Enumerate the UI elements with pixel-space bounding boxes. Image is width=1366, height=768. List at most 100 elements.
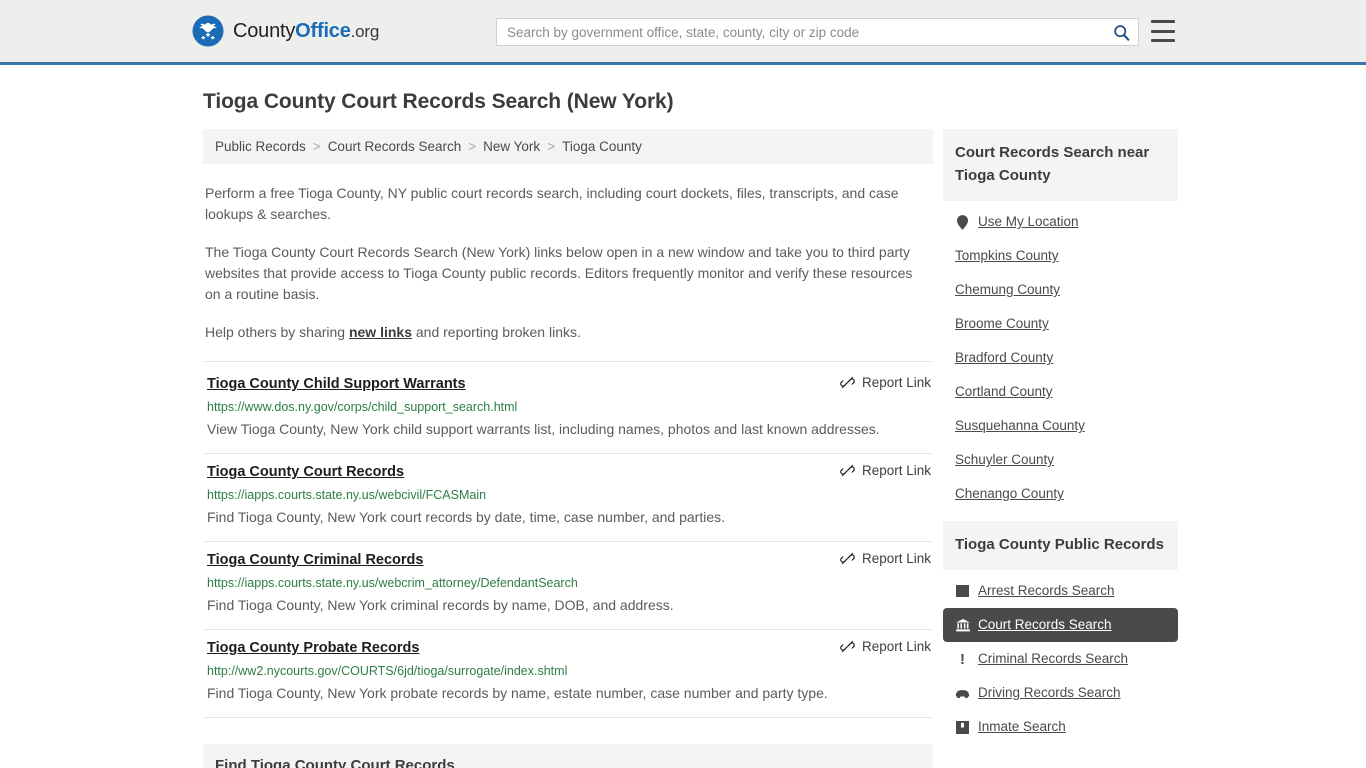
map-pin-icon xyxy=(955,214,970,230)
report-link-label: Report Link xyxy=(861,551,931,566)
sidebar-item-court-records-search[interactable]: Court Records Search xyxy=(943,608,1178,642)
breadcrumb-separator: > xyxy=(547,139,556,154)
breadcrumb-item-court-records-search[interactable]: Court Records Search xyxy=(328,139,462,154)
public-records-list: Arrest Records Search Court Records Sear… xyxy=(943,570,1178,744)
page-title: Tioga County Court Records Search (New Y… xyxy=(203,90,674,113)
nearby-counties-card: Court Records Search near Tioga County U… xyxy=(943,129,1178,511)
brand-part-county: County xyxy=(233,19,296,42)
content-columns: Public Records > Court Records Search > … xyxy=(0,129,1366,768)
result-description: Find Tioga County, New York court record… xyxy=(207,509,726,525)
sidebar-item-label: Inmate Search xyxy=(978,719,1066,734)
result-item: Tioga County Court Records Report Link h… xyxy=(203,454,933,542)
intro-p3-before: Help others by sharing xyxy=(205,324,349,340)
breadcrumb-item-public-records[interactable]: Public Records xyxy=(215,139,306,154)
result-url: http://ww2.nycourts.gov/COURTS/6jd/tioga… xyxy=(207,664,568,678)
broken-link-icon xyxy=(840,552,855,565)
result-header: Tioga County Criminal Records Report Lin… xyxy=(205,550,931,570)
brand-part-office: Office xyxy=(295,19,351,42)
public-records-card: Tioga County Public Records Arrest Recor… xyxy=(943,521,1178,744)
result-url: https://iapps.courts.state.ny.us/webcivi… xyxy=(207,488,487,502)
result-item: Tioga County Probate Records Report Link… xyxy=(203,630,933,718)
sidebar-item-label: Chenango County xyxy=(955,486,1064,501)
search-bar xyxy=(496,18,1139,46)
report-link-label: Report Link xyxy=(861,375,931,390)
report-link-button[interactable]: Report Link xyxy=(840,375,931,390)
sidebar-item-label: Cortland County xyxy=(955,384,1053,399)
sidebar-item-chenango-county[interactable]: Chenango County xyxy=(943,477,1178,511)
sidebar-item-label: Arrest Records Search xyxy=(978,583,1115,598)
result-title-link[interactable]: Tioga County Criminal Records xyxy=(205,550,423,570)
result-title-link[interactable]: Tioga County Child Support Warrants xyxy=(205,374,466,394)
sidebar-item-label: Court Records Search xyxy=(978,617,1112,632)
hamburger-bar-1 xyxy=(1151,20,1175,23)
hamburger-bar-2 xyxy=(1151,29,1175,33)
intro-paragraph-2: The Tioga County Court Records Search (N… xyxy=(205,244,913,302)
result-url: https://www.dos.ny.gov/corps/child_suppo… xyxy=(207,400,518,414)
intro-paragraph-3: Help others by sharing new links and rep… xyxy=(203,322,933,343)
sidebar-item-label: Bradford County xyxy=(955,350,1054,365)
menu-button[interactable] xyxy=(1151,20,1175,42)
new-links-link[interactable]: new links xyxy=(349,324,412,340)
sidebar-item-bradford-county[interactable]: Bradford County xyxy=(943,341,1178,375)
nearby-counties-title: Court Records Search near Tioga County xyxy=(943,129,1178,201)
sidebar-item-label: Use My Location xyxy=(978,214,1079,229)
hamburger-bar-3 xyxy=(1151,39,1175,42)
sidebar-item-cortland-county[interactable]: Cortland County xyxy=(943,375,1178,409)
result-title-link[interactable]: Tioga County Court Records xyxy=(205,462,404,482)
sidebar-item-use-my-location[interactable]: Use My Location xyxy=(943,205,1178,239)
report-link-button[interactable]: Report Link xyxy=(840,639,931,654)
site-header: CountyOffice.org xyxy=(0,0,1366,65)
result-description: Find Tioga County, New York probate reco… xyxy=(207,685,828,701)
breadcrumb-item-new-york[interactable]: New York xyxy=(483,139,540,154)
jail-icon xyxy=(955,720,970,735)
report-link-button[interactable]: Report Link xyxy=(840,463,931,478)
sidebar-item-susquehanna-county[interactable]: Susquehanna County xyxy=(943,409,1178,443)
result-description: View Tioga County, New York child suppor… xyxy=(207,421,880,437)
breadcrumb-separator: > xyxy=(468,139,477,154)
public-records-title: Tioga County Public Records xyxy=(943,521,1178,570)
sidebar-item-label: Criminal Records Search xyxy=(978,651,1129,666)
report-link-button[interactable]: Report Link xyxy=(840,551,931,566)
search-icon xyxy=(1113,24,1129,41)
sidebar-item-inmate-search[interactable]: Inmate Search xyxy=(943,710,1178,744)
courthouse-icon xyxy=(955,618,970,633)
result-description: Find Tioga County, New York criminal rec… xyxy=(207,597,674,613)
exclamation-icon: ! xyxy=(960,650,965,668)
main-content: Public Records > Court Records Search > … xyxy=(203,129,933,768)
intro-p3-after: and reporting broken links. xyxy=(412,324,581,340)
sidebar-item-criminal-records-search[interactable]: ! Criminal Records Search xyxy=(943,642,1178,676)
site-logo-link[interactable]: CountyOffice.org xyxy=(192,15,379,47)
report-link-label: Report Link xyxy=(861,463,931,478)
broken-link-icon xyxy=(840,464,855,477)
result-item: Tioga County Child Support Warrants Repo… xyxy=(203,361,933,454)
sidebar-item-schuyler-county[interactable]: Schuyler County xyxy=(943,443,1178,477)
page-body: Tioga County Court Records Search (New Y… xyxy=(0,89,1366,768)
sidebar-item-driving-records-search[interactable]: Driving Records Search xyxy=(943,676,1178,710)
search-button[interactable] xyxy=(1104,19,1138,45)
result-header: Tioga County Court Records Report Link xyxy=(205,462,931,482)
sidebar-item-chemung-county[interactable]: Chemung County xyxy=(943,273,1178,307)
sidebar-item-label: Susquehanna County xyxy=(955,418,1085,433)
breadcrumb-item-tioga-county[interactable]: Tioga County xyxy=(562,139,642,154)
report-link-label: Report Link xyxy=(861,639,931,654)
breadcrumb-separator: > xyxy=(312,139,321,154)
result-url: https://iapps.courts.state.ny.us/webcrim… xyxy=(207,576,578,590)
sidebar-item-label: Tompkins County xyxy=(955,248,1059,263)
sidebar-item-broome-county[interactable]: Broome County xyxy=(943,307,1178,341)
result-header: Tioga County Probate Records Report Link xyxy=(205,638,931,658)
fingerprint-icon xyxy=(955,584,970,599)
intro-paragraph-1: Perform a free Tioga County, NY public c… xyxy=(205,185,899,222)
result-header: Tioga County Child Support Warrants Repo… xyxy=(205,374,931,394)
sidebar-item-tompkins-county[interactable]: Tompkins County xyxy=(943,239,1178,273)
sidebar-item-label: Broome County xyxy=(955,316,1049,331)
county-office-eagle-logo-icon xyxy=(192,15,224,47)
sidebar-item-label: Schuyler County xyxy=(955,452,1055,467)
result-title-link[interactable]: Tioga County Probate Records xyxy=(205,638,419,658)
broken-link-icon xyxy=(840,376,855,389)
intro-text: Perform a free Tioga County, NY public c… xyxy=(203,183,933,343)
sidebar-item-label: Driving Records Search xyxy=(978,685,1121,700)
result-item: Tioga County Criminal Records Report Lin… xyxy=(203,542,933,630)
sidebar-item-arrest-records-search[interactable]: Arrest Records Search xyxy=(943,574,1178,608)
car-icon xyxy=(955,686,970,701)
search-input[interactable] xyxy=(497,19,1104,45)
